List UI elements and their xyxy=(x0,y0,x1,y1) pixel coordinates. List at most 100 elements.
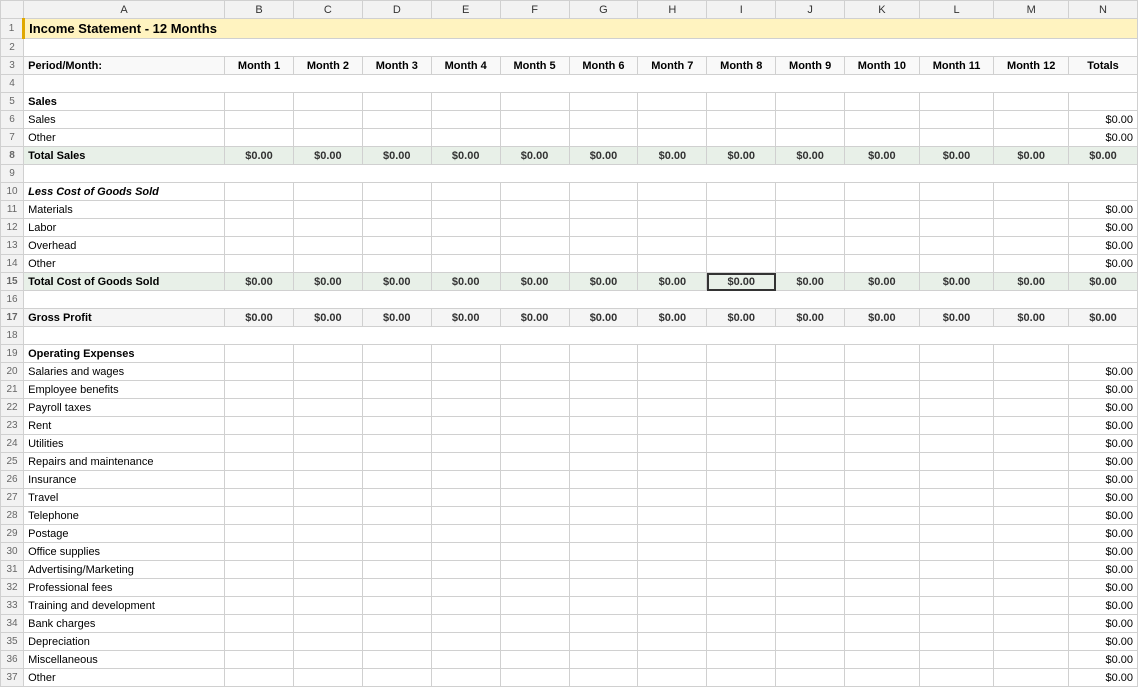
r22-m11[interactable] xyxy=(919,399,994,417)
r12-m1[interactable] xyxy=(225,219,294,237)
r19-m5[interactable] xyxy=(500,345,569,363)
r23-m10[interactable] xyxy=(845,417,920,435)
r7-m11[interactable] xyxy=(919,129,994,147)
r29-m8[interactable] xyxy=(707,525,776,543)
r27-m2[interactable] xyxy=(293,489,362,507)
r31-m7[interactable] xyxy=(638,561,707,579)
r33-m12[interactable] xyxy=(994,597,1069,615)
r25-m12[interactable] xyxy=(994,453,1069,471)
r33-tot[interactable]: $0.00 xyxy=(1069,597,1138,615)
r27-m7[interactable] xyxy=(638,489,707,507)
r14-m10[interactable] xyxy=(845,255,920,273)
r25-m8[interactable] xyxy=(707,453,776,471)
r7-m7[interactable] xyxy=(638,129,707,147)
r7-m9[interactable] xyxy=(776,129,845,147)
r14-m5[interactable] xyxy=(500,255,569,273)
r34-m4[interactable] xyxy=(431,615,500,633)
r5-m7[interactable] xyxy=(638,93,707,111)
r25-m1[interactable] xyxy=(225,453,294,471)
r11-m6[interactable] xyxy=(569,201,638,219)
r12-m6[interactable] xyxy=(569,219,638,237)
r13-m10[interactable] xyxy=(845,237,920,255)
r36-m2[interactable] xyxy=(293,651,362,669)
r27-m11[interactable] xyxy=(919,489,994,507)
r5-m3[interactable] xyxy=(362,93,431,111)
r6-m2[interactable] xyxy=(293,111,362,129)
r7-m2[interactable] xyxy=(293,129,362,147)
r12-m3[interactable] xyxy=(362,219,431,237)
r7-m10[interactable] xyxy=(845,129,920,147)
r35-m10[interactable] xyxy=(845,633,920,651)
r28-m7[interactable] xyxy=(638,507,707,525)
r13-m4[interactable] xyxy=(431,237,500,255)
r5-m8[interactable] xyxy=(707,93,776,111)
r33-m7[interactable] xyxy=(638,597,707,615)
r28-m10[interactable] xyxy=(845,507,920,525)
r21-m2[interactable] xyxy=(293,381,362,399)
r12-m2[interactable] xyxy=(293,219,362,237)
r6-m6[interactable] xyxy=(569,111,638,129)
r25-m7[interactable] xyxy=(638,453,707,471)
r11-m9[interactable] xyxy=(776,201,845,219)
r34-m5[interactable] xyxy=(500,615,569,633)
r10-m7[interactable] xyxy=(638,183,707,201)
r30-m10[interactable] xyxy=(845,543,920,561)
r21-m5[interactable] xyxy=(500,381,569,399)
r33-m5[interactable] xyxy=(500,597,569,615)
r27-m3[interactable] xyxy=(362,489,431,507)
r20-tot[interactable]: $0.00 xyxy=(1069,363,1138,381)
r23-m6[interactable] xyxy=(569,417,638,435)
r6-m8[interactable] xyxy=(707,111,776,129)
r12-m10[interactable] xyxy=(845,219,920,237)
r11-m4[interactable] xyxy=(431,201,500,219)
r11-m2[interactable] xyxy=(293,201,362,219)
r35-m8[interactable] xyxy=(707,633,776,651)
r19-m1[interactable] xyxy=(225,345,294,363)
r20-m3[interactable] xyxy=(362,363,431,381)
r28-tot[interactable]: $0.00 xyxy=(1069,507,1138,525)
r36-m9[interactable] xyxy=(776,651,845,669)
r11-m8[interactable] xyxy=(707,201,776,219)
r25-m11[interactable] xyxy=(919,453,994,471)
r30-m2[interactable] xyxy=(293,543,362,561)
r37-m2[interactable] xyxy=(293,669,362,687)
r13-m1[interactable] xyxy=(225,237,294,255)
r31-m11[interactable] xyxy=(919,561,994,579)
r14-m3[interactable] xyxy=(362,255,431,273)
r32-m4[interactable] xyxy=(431,579,500,597)
r27-m4[interactable] xyxy=(431,489,500,507)
r10-m11[interactable] xyxy=(919,183,994,201)
r36-m8[interactable] xyxy=(707,651,776,669)
r30-m3[interactable] xyxy=(362,543,431,561)
r12-m9[interactable] xyxy=(776,219,845,237)
r28-m8[interactable] xyxy=(707,507,776,525)
r10-m1[interactable] xyxy=(225,183,294,201)
r20-m12[interactable] xyxy=(994,363,1069,381)
r33-m1[interactable] xyxy=(225,597,294,615)
r33-m2[interactable] xyxy=(293,597,362,615)
r32-m2[interactable] xyxy=(293,579,362,597)
r6-m11[interactable] xyxy=(919,111,994,129)
r36-m11[interactable] xyxy=(919,651,994,669)
r26-m3[interactable] xyxy=(362,471,431,489)
r34-m9[interactable] xyxy=(776,615,845,633)
r6-m9[interactable] xyxy=(776,111,845,129)
r13-m9[interactable] xyxy=(776,237,845,255)
r25-tot[interactable]: $0.00 xyxy=(1069,453,1138,471)
r30-tot[interactable]: $0.00 xyxy=(1069,543,1138,561)
r13-tot[interactable]: $0.00 xyxy=(1069,237,1138,255)
r34-m1[interactable] xyxy=(225,615,294,633)
r36-tot[interactable]: $0.00 xyxy=(1069,651,1138,669)
r12-m5[interactable] xyxy=(500,219,569,237)
r22-m6[interactable] xyxy=(569,399,638,417)
r12-m12[interactable] xyxy=(994,219,1069,237)
r5-m11[interactable] xyxy=(919,93,994,111)
r15-m8-selected[interactable]: $0.00 xyxy=(707,273,776,291)
r37-m6[interactable] xyxy=(569,669,638,687)
r26-m9[interactable] xyxy=(776,471,845,489)
r26-m2[interactable] xyxy=(293,471,362,489)
r37-m3[interactable] xyxy=(362,669,431,687)
r6-m4[interactable] xyxy=(431,111,500,129)
r25-m5[interactable] xyxy=(500,453,569,471)
r22-m1[interactable] xyxy=(225,399,294,417)
